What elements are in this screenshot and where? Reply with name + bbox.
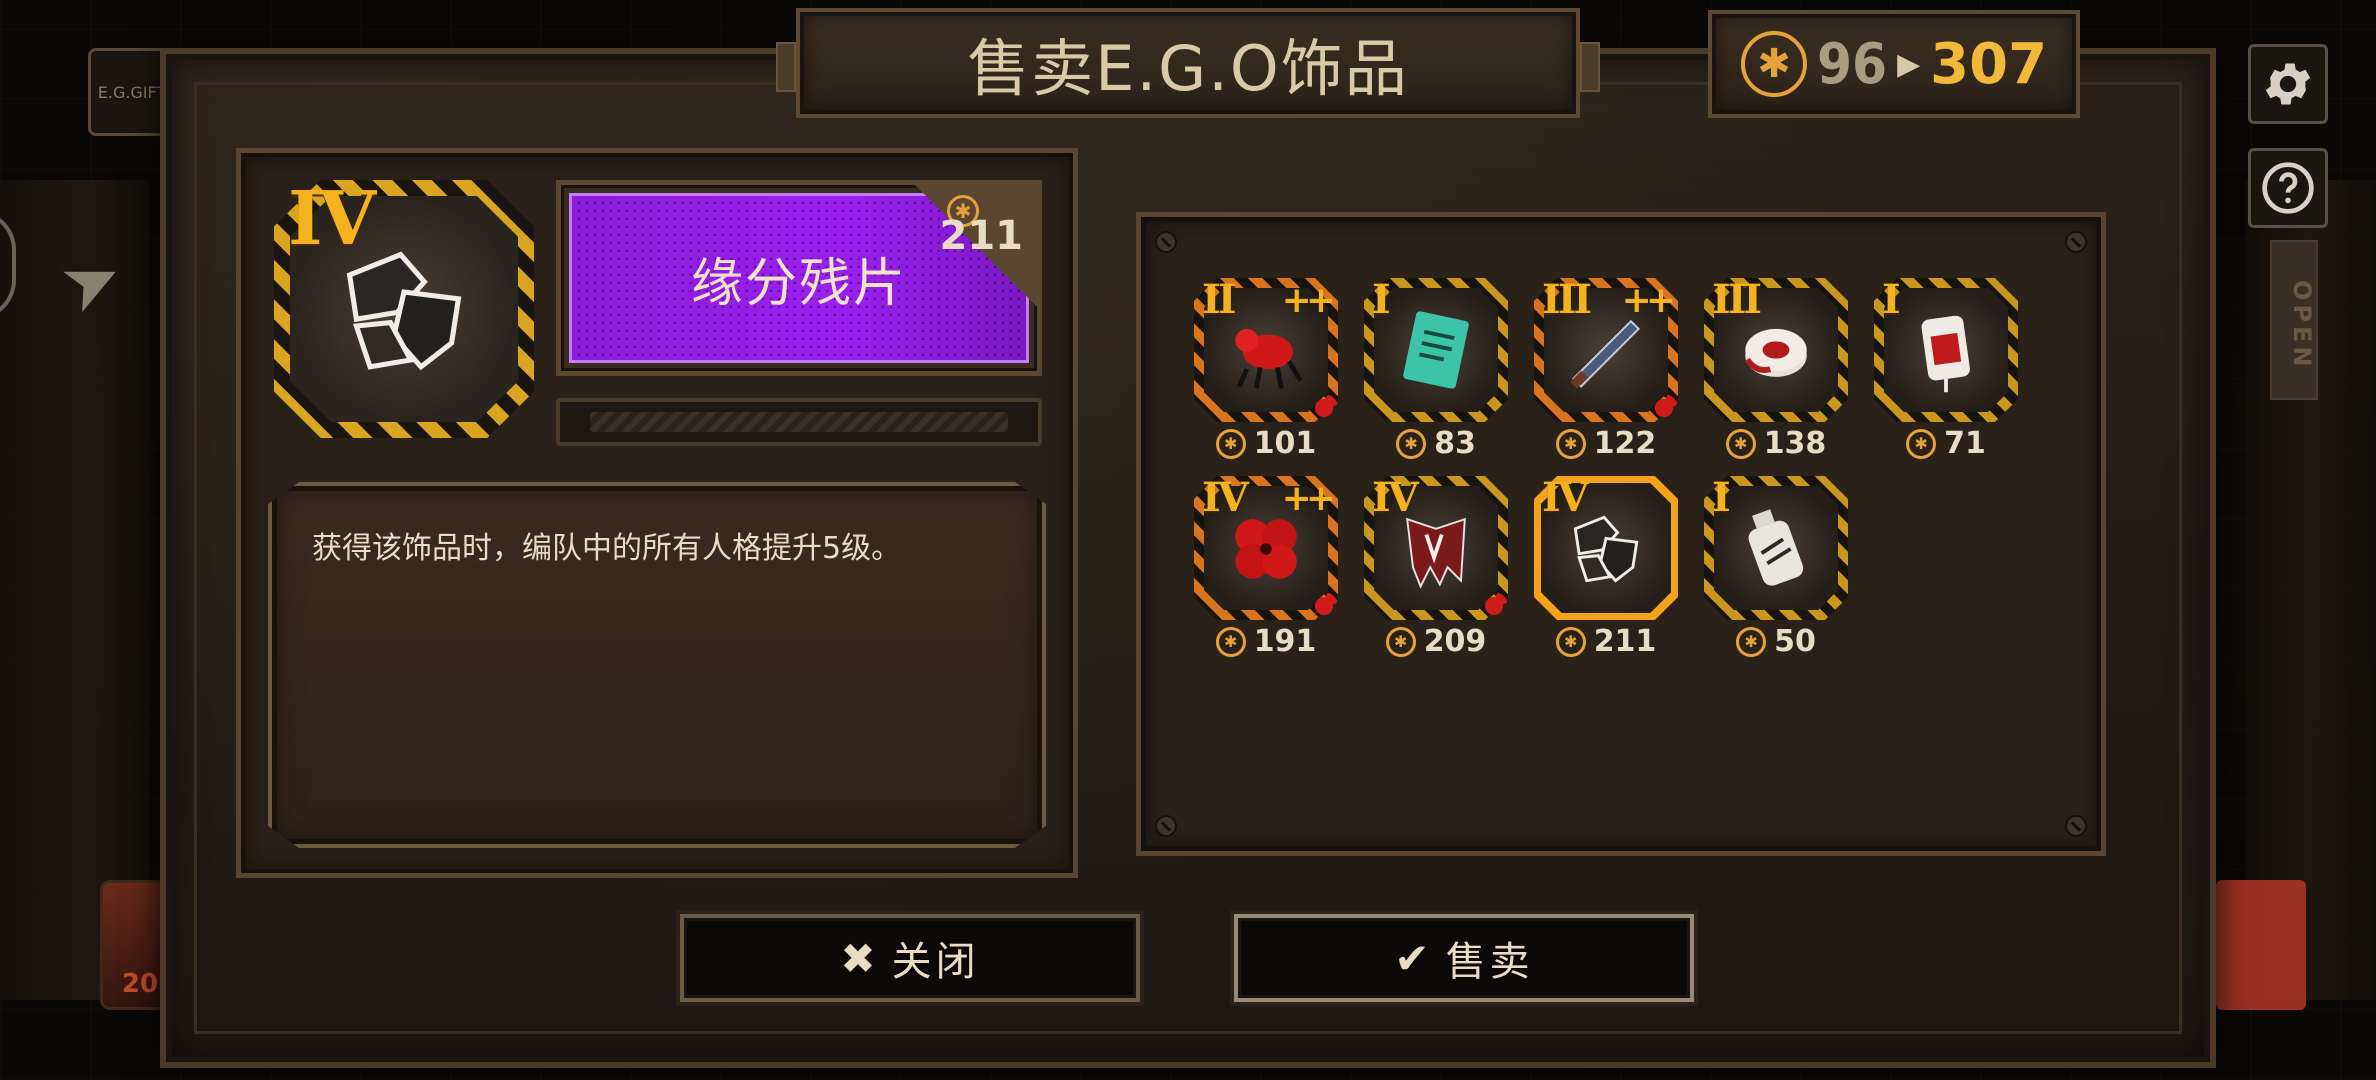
screw-icon xyxy=(2065,815,2087,837)
coin-icon: ✱ xyxy=(1736,626,1767,657)
item-description: 获得该饰品时，编队中的所有人格提升5级。 xyxy=(312,531,902,566)
currency-current: 96 xyxy=(1816,31,1888,97)
slot-price: ✱ 211 xyxy=(1534,624,1678,659)
slot-price-value: 101 xyxy=(1253,426,1317,461)
coin-icon: ✱ xyxy=(1906,428,1937,459)
coin-icon: ✱ xyxy=(1740,31,1807,97)
open-sign: OPEN xyxy=(2270,240,2318,400)
slot-price-value: 122 xyxy=(1593,426,1657,461)
blood-splat-icon xyxy=(1480,592,1508,620)
slot-tier: IV xyxy=(1202,474,1249,521)
coin-icon: ✱ xyxy=(1385,626,1416,657)
title-bolt-left xyxy=(776,42,796,92)
coin-icon: ✱ xyxy=(1725,428,1756,459)
slot-price: ✱ 83 xyxy=(1364,426,1508,461)
ego-gift-shortcut-label: E.G.GIFT xyxy=(97,82,167,102)
inventory-slot[interactable]: III ++ ✱ 122 xyxy=(1534,276,1678,466)
slot-price: ✱ 50 xyxy=(1704,624,1848,659)
slot-tier: I xyxy=(1712,474,1731,521)
title-bolt-right xyxy=(1580,42,1600,92)
item-detail-rail-fill xyxy=(590,412,1008,432)
slot-price-value: 71 xyxy=(1944,426,1986,461)
slot-tier: I xyxy=(1372,276,1391,323)
help-button[interactable] xyxy=(2248,148,2328,228)
slot-tier: III xyxy=(1712,276,1762,323)
question-icon xyxy=(2262,162,2314,214)
green-card-icon xyxy=(1403,311,1469,389)
close-icon: ✖ xyxy=(840,933,876,983)
slot-upgrade-mark: ++ xyxy=(1281,280,1336,321)
close-button[interactable]: ✖ 关闭 xyxy=(680,914,1140,1002)
inventory-slot[interactable]: I ✱ 50 xyxy=(1704,474,1848,664)
inventory-slot[interactable]: I ✱ 83 xyxy=(1364,276,1508,466)
item-name: 缘分残片 xyxy=(690,253,907,314)
slot-tier: IV xyxy=(1372,474,1419,521)
slot-art xyxy=(1374,288,1498,412)
background-red-panel xyxy=(2216,880,2306,1010)
background-badge-value: 20 xyxy=(121,969,159,999)
item-name-banner: 缘分残片 ✱ 211 xyxy=(556,180,1042,376)
slot-price: ✱ 71 xyxy=(1874,426,2018,461)
inventory-slot[interactable]: IV ++ ✱ 191 xyxy=(1194,474,1338,664)
inventory-slot-selected[interactable]: IV ✱ 211 xyxy=(1534,474,1678,664)
slot-tier: III xyxy=(1542,276,1592,323)
coin-icon: ✱ xyxy=(1396,428,1427,459)
currency-after-sale: 307 xyxy=(1930,31,2048,97)
slot-price: ✱ 138 xyxy=(1704,426,1848,461)
close-button-label: 关闭 xyxy=(891,939,980,985)
inventory-slot[interactable]: I ✱ 71 xyxy=(1874,276,2018,466)
slot-price: ✱ 101 xyxy=(1194,426,1338,461)
screw-icon xyxy=(1155,231,1177,253)
selected-item-tier: IV xyxy=(288,176,376,262)
slot-price: ✱ 122 xyxy=(1534,426,1678,461)
arrow-right-icon: ▶ xyxy=(1897,46,1921,82)
slot-upgrade-mark: ++ xyxy=(1281,478,1336,519)
slot-tier: IV xyxy=(1542,474,1589,521)
slot-price-value: 83 xyxy=(1434,426,1476,461)
settings-button[interactable] xyxy=(2248,44,2328,124)
blood-bag-icon xyxy=(1921,315,1970,393)
item-price: 211 xyxy=(939,213,1024,259)
currency-display: ✱ 96 ▶ 307 xyxy=(1708,10,2080,118)
dialog-title: 售卖E.G.O饰品 xyxy=(967,32,1409,105)
blood-splat-icon xyxy=(1650,394,1678,422)
slot-art xyxy=(1714,486,1838,610)
slot-price-value: 211 xyxy=(1593,624,1657,659)
checkmark-icon: ✔ xyxy=(1394,933,1430,983)
slot-price-value: 209 xyxy=(1423,624,1487,659)
slot-tier: II xyxy=(1202,276,1236,323)
sell-button-label: 售卖 xyxy=(1445,939,1534,985)
screw-icon xyxy=(2065,231,2087,253)
slot-tier: I xyxy=(1882,276,1901,323)
inventory-slot[interactable]: III ✱ 138 xyxy=(1704,276,1848,466)
slot-price-value: 191 xyxy=(1253,624,1317,659)
gear-icon xyxy=(2265,63,2311,105)
item-description-box: 获得该饰品时，编队中的所有人格提升5级。 xyxy=(268,482,1046,848)
blood-splat-icon xyxy=(1310,592,1338,620)
screw-icon xyxy=(1155,815,1177,837)
item-detail-rail xyxy=(556,398,1042,446)
slot-price-value: 138 xyxy=(1763,426,1827,461)
slot-art xyxy=(1884,288,2008,412)
coin-icon: ✱ xyxy=(1215,626,1246,657)
slot-upgrade-mark: ++ xyxy=(1621,280,1676,321)
sell-button[interactable]: ✔ 售卖 xyxy=(1234,914,1694,1002)
inventory-slot[interactable]: II ++ ✱ 101 xyxy=(1194,276,1338,466)
dialog-title-plate: 售卖E.G.O饰品 xyxy=(776,8,1600,118)
blood-splat-icon xyxy=(1310,394,1338,422)
bottle-icon xyxy=(1748,509,1804,586)
slot-price: ✱ 209 xyxy=(1364,624,1508,659)
slot-price-value: 50 xyxy=(1774,624,1816,659)
coin-icon: ✱ xyxy=(1555,626,1586,657)
inventory-slot[interactable]: IV ✱ 209 xyxy=(1364,474,1508,664)
slot-price: ✱ 191 xyxy=(1194,624,1338,659)
coin-icon: ✱ xyxy=(1555,428,1586,459)
coin-icon: ✱ xyxy=(1215,428,1246,459)
